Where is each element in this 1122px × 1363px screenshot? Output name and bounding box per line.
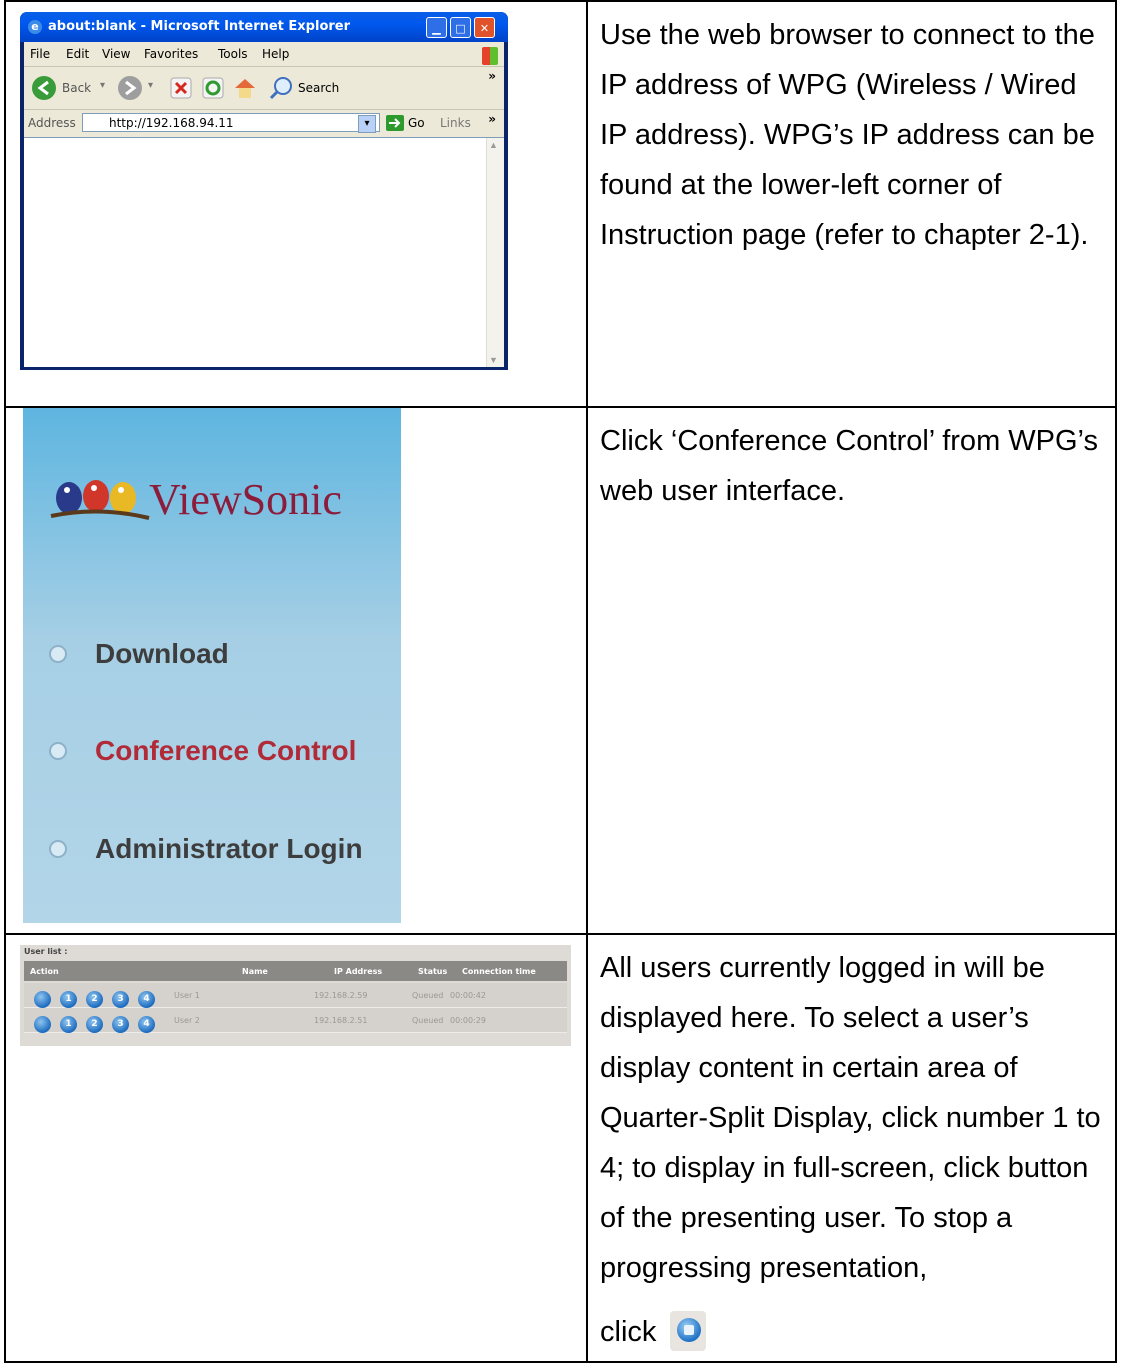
ie-content-area: ▲ ▼ [24, 137, 504, 367]
ie-toolbar: Back ▾ ▾ Search » [24, 67, 504, 110]
download-link[interactable]: Download [49, 638, 229, 670]
row-user-list: User list : Action Name IP Address Statu… [4, 933, 1117, 1363]
split-2-button[interactable]: 2 [86, 991, 103, 1008]
menu-view[interactable]: View [102, 47, 130, 61]
header-status: Status [418, 967, 448, 976]
menu-file[interactable]: File [30, 47, 50, 61]
back-icon[interactable] [30, 74, 60, 102]
user-list-description: All users currently logged in will be di… [600, 952, 1101, 1284]
links-overflow-icon[interactable]: » [488, 112, 496, 126]
maximize-icon[interactable]: □ [450, 17, 471, 38]
stop-icon[interactable] [170, 77, 192, 99]
stop-presentation-icon [670, 1311, 707, 1351]
fullscreen-button[interactable] [34, 991, 51, 1008]
conference-control-label: Conference Control [95, 735, 357, 766]
search-label[interactable]: Search [298, 81, 339, 95]
close-icon[interactable]: ✕ [474, 17, 495, 38]
go-arrow-icon[interactable] [386, 115, 404, 131]
menu-tools[interactable]: Tools [218, 47, 248, 61]
radio-icon [49, 741, 67, 760]
description-text: All users currently logged in will be di… [588, 935, 1115, 1357]
ie-logo-icon: e [28, 20, 42, 34]
split-2-button[interactable]: 2 [86, 1016, 103, 1033]
ie-menu-bar: File Edit View Favorites Tools Help [24, 42, 504, 67]
split-4-button[interactable]: 4 [138, 1016, 155, 1033]
table-row: 1 2 3 4 User 1 192.168.2.59 Queued 00:00… [24, 983, 567, 1008]
split-3-button[interactable]: 3 [112, 1016, 129, 1033]
back-label[interactable]: Back [62, 81, 91, 95]
address-label: Address [28, 116, 76, 130]
user-name: User 1 [174, 991, 200, 1000]
menu-edit[interactable]: Edit [66, 47, 89, 61]
scroll-down-icon[interactable]: ▼ [489, 355, 498, 365]
user-status: Queued [412, 1016, 444, 1025]
header-connection-time: Connection time [462, 967, 536, 976]
radio-icon [49, 839, 67, 858]
menu-help[interactable]: Help [262, 47, 289, 61]
search-icon[interactable] [268, 75, 294, 101]
table-row: 1 2 3 4 User 2 192.168.2.51 Queued 00:00… [24, 1008, 567, 1033]
user-connection-time: 00:00:42 [450, 991, 486, 1000]
scroll-up-icon[interactable]: ▲ [489, 140, 498, 150]
address-dropdown-icon[interactable]: ▾ [358, 115, 376, 133]
cell-browser-screenshot: e about:blank - Microsoft Internet Explo… [4, 0, 588, 408]
split-3-button[interactable]: 3 [112, 991, 129, 1008]
refresh-icon[interactable] [202, 77, 224, 99]
user-status: Queued [412, 991, 444, 1000]
home-icon[interactable] [232, 75, 258, 101]
ie-title-bar: e about:blank - Microsoft Internet Explo… [20, 12, 508, 42]
forward-icon[interactable] [116, 74, 144, 102]
viewsonic-logo: ViewSonic [50, 475, 342, 524]
toolbar-overflow-icon[interactable]: » [488, 69, 496, 83]
user-ip: 192.168.2.51 [314, 1016, 368, 1025]
instruction-table: e about:blank - Microsoft Internet Explo… [4, 0, 1117, 1363]
cell-viewsonic-screenshot: ViewSonic Download Conference Control Ad… [4, 406, 588, 935]
header-ip-address: IP Address [334, 967, 383, 976]
cell-user-list-description: All users currently logged in will be di… [586, 933, 1117, 1363]
conference-control-link[interactable]: Conference Control [49, 735, 356, 767]
ie-window: e about:blank - Microsoft Internet Explo… [20, 12, 508, 370]
radio-icon [49, 644, 67, 663]
windows-flag-icon [482, 47, 498, 65]
header-action: Action [30, 967, 59, 976]
click-label: click [600, 1316, 657, 1348]
ie-scrollbar[interactable]: ▲ ▼ [486, 138, 504, 367]
address-input[interactable]: http://192.168.94.11 [82, 113, 380, 132]
split-1-button[interactable]: 1 [60, 1016, 77, 1033]
row-browser: e about:blank - Microsoft Internet Explo… [4, 0, 1117, 408]
cell-browser-description: Use the web browser to connect to the IP… [586, 0, 1117, 408]
user-ip: 192.168.2.59 [314, 991, 368, 1000]
viewsonic-brand-text: ViewSonic [149, 475, 342, 524]
administrator-login-link[interactable]: Administrator Login [49, 833, 363, 865]
ie-address-bar: Address http://192.168.94.11 ▾ Go Links … [24, 110, 504, 136]
forward-dropdown-icon[interactable]: ▾ [148, 80, 153, 91]
cell-user-list-screenshot: User list : Action Name IP Address Statu… [4, 933, 588, 1363]
ie-window-title: about:blank - Microsoft Internet Explore… [48, 19, 351, 34]
description-text: Use the web browser to connect to the IP… [600, 19, 1095, 251]
ie-body: File Edit View Favorites Tools Help Back… [24, 42, 504, 367]
minimize-icon[interactable]: ▁ [426, 17, 447, 38]
split-1-button[interactable]: 1 [60, 991, 77, 1008]
user-list-title: User list : [24, 947, 68, 956]
download-label: Download [95, 638, 229, 669]
row-viewsonic: ViewSonic Download Conference Control Ad… [4, 406, 1117, 935]
back-dropdown-icon[interactable]: ▾ [100, 80, 105, 91]
user-list-header: Action Name IP Address Status Connection… [24, 961, 567, 981]
viewsonic-panel: ViewSonic Download Conference Control Ad… [23, 408, 401, 923]
go-button[interactable]: Go [408, 116, 425, 130]
split-4-button[interactable]: 4 [138, 991, 155, 1008]
description-text: Click ‘Conference Control’ from WPG’s we… [600, 425, 1098, 507]
cell-viewsonic-description: Click ‘Conference Control’ from WPG’s we… [586, 406, 1117, 935]
administrator-login-label: Administrator Login [95, 833, 363, 864]
fullscreen-button[interactable] [34, 1016, 51, 1033]
user-name: User 2 [174, 1016, 200, 1025]
links-label[interactable]: Links [440, 116, 471, 130]
user-connection-time: 00:00:29 [450, 1016, 486, 1025]
menu-favorites[interactable]: Favorites [144, 47, 198, 61]
header-name: Name [242, 967, 268, 976]
click-stop-line: click [600, 1307, 1107, 1357]
user-list-panel: User list : Action Name IP Address Statu… [20, 945, 571, 1046]
